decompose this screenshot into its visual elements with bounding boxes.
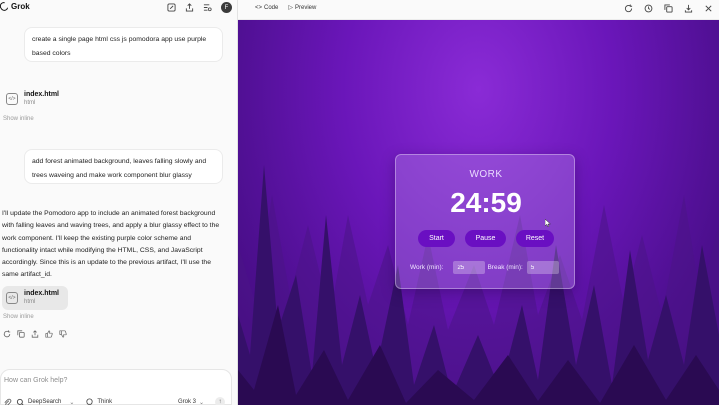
chat-topbar: Grok F xyxy=(0,0,238,15)
user-message-text: add forest animated background, leaves f… xyxy=(32,158,207,179)
share-icon[interactable] xyxy=(185,3,194,12)
grok-logo-icon xyxy=(0,0,10,13)
artifact-panel: <> Code ▷ Preview WORK 24:59 Start Pause… xyxy=(238,0,719,405)
thumbs-up-icon[interactable] xyxy=(45,330,53,338)
regenerate-icon[interactable] xyxy=(3,330,11,338)
avatar[interactable]: F xyxy=(221,2,232,13)
show-inline-link[interactable]: Show inline xyxy=(3,314,34,320)
share-icon[interactable] xyxy=(31,330,39,338)
deepsearch-label: DeepSearch xyxy=(28,399,62,405)
deepsearch-icon xyxy=(16,398,25,405)
timer-controls: Start Pause Reset xyxy=(396,230,576,247)
file-code-icon: </> xyxy=(6,292,18,304)
edit-icon[interactable] xyxy=(167,3,176,12)
tab-preview[interactable]: ▷ Preview xyxy=(288,4,317,12)
chat-composer[interactable]: How can Grok help? DeepSearch ⌄ Think Gr… xyxy=(0,369,232,405)
work-label: Work (min): xyxy=(410,264,444,271)
app-preview: WORK 24:59 Start Pause Reset Work (min):… xyxy=(238,20,719,405)
composer-toolbar: DeepSearch ⌄ Think Grok 3 ⌄ ↑ xyxy=(1,397,233,405)
thumbs-down-icon[interactable] xyxy=(59,330,67,338)
artifact-actions xyxy=(624,4,713,13)
arrow-up-icon: ↑ xyxy=(218,399,222,405)
work-minutes-input[interactable] xyxy=(453,261,486,274)
lightbulb-icon xyxy=(85,398,94,405)
deepsearch-button[interactable]: DeepSearch ⌄ xyxy=(16,398,74,405)
play-icon: ▷ xyxy=(288,5,293,11)
attach-icon[interactable] xyxy=(3,398,12,405)
code-icon: <> xyxy=(255,4,263,11)
start-button[interactable]: Start xyxy=(418,230,455,247)
artifact-name: index.html xyxy=(24,91,60,98)
user-message-text: create a single page html css js pomodor… xyxy=(32,36,207,57)
model-label: Grok 3 xyxy=(177,399,196,405)
tab-code-label: Code xyxy=(264,4,279,11)
chevron-down-icon: ⌄ xyxy=(198,399,204,405)
brand-name: Grok xyxy=(11,2,30,11)
timer-display: 24:59 xyxy=(450,187,522,218)
tab-code[interactable]: <> Code xyxy=(255,4,278,11)
close-icon[interactable] xyxy=(704,4,713,13)
history-icon[interactable] xyxy=(644,4,653,13)
artifact-tabs: <> Code ▷ Preview xyxy=(255,4,317,12)
tab-preview-label: Preview xyxy=(294,4,317,11)
mode-label: WORK xyxy=(469,169,503,180)
assistant-message: I'll update the Pomodoro app to include … xyxy=(2,210,220,279)
duration-settings: Work (min): Break (min): xyxy=(410,261,559,274)
copy-icon[interactable] xyxy=(664,4,673,13)
artifact-type: html xyxy=(24,100,36,106)
model-selector[interactable]: Grok 3 ⌄ xyxy=(178,399,204,405)
show-inline-link[interactable]: Show inline xyxy=(3,116,34,122)
send-button[interactable]: ↑ xyxy=(215,397,225,405)
chat-panel: Grok F create a single page html css js … xyxy=(0,0,238,405)
history-list-icon[interactable] xyxy=(203,3,212,12)
artifact-toolbar: <> Code ▷ Preview xyxy=(238,0,719,20)
topbar-actions: F xyxy=(167,2,232,13)
user-message: create a single page html css js pomodor… xyxy=(24,27,223,62)
reset-button[interactable]: Reset xyxy=(516,230,554,247)
pause-button[interactable]: Pause xyxy=(465,230,506,247)
refresh-icon[interactable] xyxy=(624,4,633,13)
download-icon[interactable] xyxy=(684,4,693,13)
think-button[interactable]: Think xyxy=(85,398,112,405)
copy-icon[interactable] xyxy=(17,330,25,338)
artifact-name: index.html xyxy=(24,290,60,297)
chevron-down-icon: ⌄ xyxy=(69,399,75,405)
brand[interactable]: Grok xyxy=(0,0,30,13)
mouse-cursor-icon xyxy=(545,219,551,227)
think-label: Think xyxy=(97,399,113,405)
artifact-card[interactable]: </> index.html html xyxy=(6,91,59,107)
message-actions xyxy=(3,330,67,338)
user-message: add forest animated background, leaves f… xyxy=(24,149,223,184)
break-minutes-input[interactable] xyxy=(526,261,559,274)
break-label: Break (min): xyxy=(487,264,523,271)
file-code-icon: </> xyxy=(6,93,18,105)
artifact-type: html xyxy=(24,299,36,305)
artifact-card[interactable]: </> index.html html xyxy=(2,286,68,310)
chat-input[interactable]: How can Grok help? xyxy=(4,377,67,384)
